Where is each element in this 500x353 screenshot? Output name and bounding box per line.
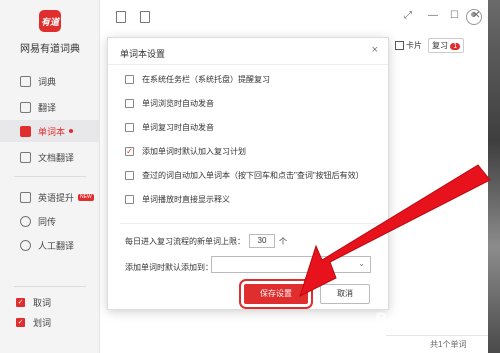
default-wordbook-row: 添加单词时默认添加到： xyxy=(125,260,213,274)
maximize-icon[interactable]: ☐ xyxy=(450,10,459,21)
checkbox[interactable] xyxy=(125,74,134,84)
sidebar-item-label: 单词本 xyxy=(38,126,66,137)
sidebar-item-label: 英语提升 xyxy=(38,192,75,203)
sidebar-item-label: 文档翻译 xyxy=(38,152,75,163)
daily-limit-unit: 个 xyxy=(279,236,287,246)
active-dot xyxy=(69,129,74,133)
chevron-down-icon: ⌄ xyxy=(358,259,365,268)
close-icon[interactable]: × xyxy=(372,44,378,56)
person-icon xyxy=(20,239,31,251)
option-auto-pronounce-browse[interactable]: 单词浏览时自动发音 xyxy=(125,97,214,109)
checkbox-checked-icon: ✓ xyxy=(16,317,25,327)
review-button[interactable]: 复习 1 xyxy=(428,38,465,53)
cancel-button[interactable]: 取消 xyxy=(320,284,370,304)
option-tray-reminder[interactable]: 在系统任务栏（系统托盘）提醒复习 xyxy=(125,73,270,85)
dialog-divider xyxy=(108,64,388,65)
document-icon xyxy=(20,151,31,163)
sidebar-item-label: 人工翻译 xyxy=(38,240,75,251)
save-settings-button[interactable]: 保存设置 xyxy=(239,279,313,309)
default-wordbook-label: 添加单词时默认添加到： xyxy=(125,262,213,272)
option-add-to-review-plan[interactable]: ✓ 添加单词时默认加入复习计划 xyxy=(125,145,246,157)
checkbox-checked-icon[interactable]: ✓ xyxy=(125,146,134,156)
footer-divider xyxy=(386,335,500,336)
new-badge: NEW xyxy=(78,193,94,201)
headset-icon xyxy=(20,215,31,227)
option-label: 在系统任务栏（系统托盘）提醒复习 xyxy=(142,74,270,84)
close-window-icon[interactable]: ✕ xyxy=(472,10,480,21)
sidebar-item-human-translate[interactable]: 人工翻译 xyxy=(0,234,100,256)
card-label: 卡片 xyxy=(406,41,422,50)
review-label: 复习 xyxy=(432,41,448,50)
sidebar-item-interpret[interactable]: 同传 xyxy=(0,210,100,232)
dialog-title: 单词本设置 xyxy=(120,49,166,59)
sidebar-item-english-boost[interactable]: 英语提升 NEW xyxy=(0,186,100,208)
app-logo: 有道 xyxy=(39,10,61,32)
app-name: 网易有道词典 xyxy=(20,44,80,55)
checkbox[interactable] xyxy=(125,170,134,180)
translate-icon xyxy=(20,101,31,113)
sidebar-divider xyxy=(14,176,86,177)
daily-limit-input[interactable]: 30 xyxy=(249,234,275,248)
note-icon[interactable] xyxy=(116,11,126,23)
grid-icon xyxy=(20,191,31,203)
daily-limit-label: 每日进入复习流程的新单词上限： xyxy=(125,236,245,246)
option-auto-add-searched[interactable]: 查过的词自动加入单词本（按下回车和点击"查词"按钮后有效） xyxy=(125,169,364,181)
sidebar-item-wordbook[interactable]: 单词本 xyxy=(0,120,100,142)
background-image xyxy=(488,0,500,353)
wordbook-icon xyxy=(20,125,31,137)
checkbox-checked-icon: ✓ xyxy=(16,297,25,307)
dictionary-icon xyxy=(20,75,31,87)
card-icon xyxy=(395,41,404,51)
checkbox[interactable] xyxy=(125,98,134,108)
wordbook-settings-dialog: 单词本设置 × 在系统任务栏（系统托盘）提醒复习 单词浏览时自动发音 单词复习时… xyxy=(107,37,389,310)
default-wordbook-select[interactable]: ⌄ xyxy=(211,256,371,273)
sidebar-item-label: 翻译 xyxy=(38,102,57,113)
toggle-label: 取词 xyxy=(33,297,52,308)
sidebar-item-translate[interactable]: 翻译 xyxy=(0,96,100,118)
screenshot-icon[interactable] xyxy=(140,11,150,23)
checkbox[interactable] xyxy=(125,194,134,204)
wordbook-toolbar: 卡片 复习 1 xyxy=(395,38,465,53)
review-count-badge: 1 xyxy=(450,43,461,50)
option-show-meaning-on-play[interactable]: 单词播放时直接显示释义 xyxy=(125,193,230,205)
sidebar-divider xyxy=(14,286,86,287)
checkbox[interactable] xyxy=(125,122,134,132)
top-bar: ⌄ xyxy=(100,0,500,34)
toggle-label: 划词 xyxy=(33,317,52,328)
sidebar: 有道 网易有道词典 词典 翻译 单词本 文档翻译 英语提升 NEW 同传 人工翻… xyxy=(0,0,100,353)
option-label: 单词浏览时自动发音 xyxy=(142,98,214,108)
option-label: 单词播放时直接显示释义 xyxy=(142,194,230,204)
mini-mode-icon[interactable]: ⤢ xyxy=(404,10,412,21)
daily-limit-row: 每日进入复习流程的新单词上限： 30 个 xyxy=(125,234,287,248)
card-view-button[interactable]: 卡片 xyxy=(395,40,422,51)
sidebar-item-label: 同传 xyxy=(38,216,57,227)
watermark-url: jingyan.baidu.com xyxy=(405,325,454,331)
option-auto-pronounce-review[interactable]: 单词复习时自动发音 xyxy=(125,121,214,133)
option-label: 添加单词时默认加入复习计划 xyxy=(142,146,246,156)
word-count: 共1个单词 xyxy=(430,340,467,349)
toggle-pick-word[interactable]: ✓ 取词 xyxy=(16,295,96,309)
option-label: 查过的词自动加入单词本（按下回车和点击"查词"按钮后有效） xyxy=(142,170,364,180)
sidebar-item-label: 词典 xyxy=(38,76,57,87)
toggle-select-word[interactable]: ✓ 划词 xyxy=(16,315,96,329)
option-label: 单词复习时自动发音 xyxy=(142,122,214,132)
sidebar-item-dictionary[interactable]: 词典 xyxy=(0,70,100,92)
minimize-icon[interactable]: — xyxy=(428,10,438,21)
dialog-divider xyxy=(120,223,378,224)
sidebar-item-doc-translate[interactable]: 文档翻译 xyxy=(0,146,100,168)
